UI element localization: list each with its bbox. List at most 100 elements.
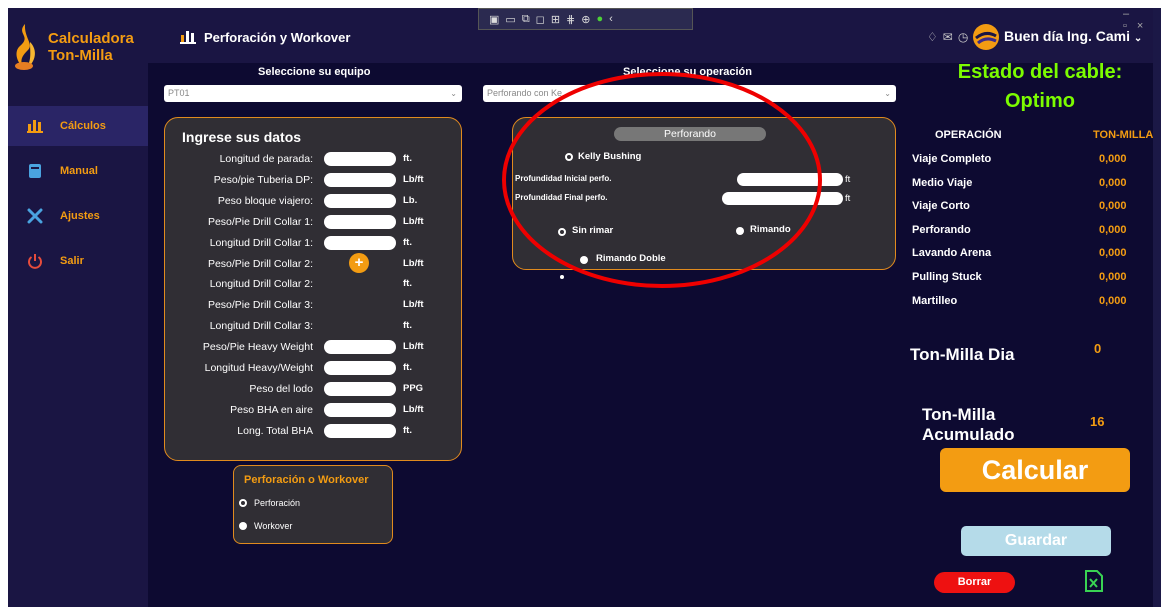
sidebar bbox=[8, 8, 148, 607]
sidebar-item-calculos[interactable]: Cálculos bbox=[8, 106, 148, 146]
input-label: Longitud de parada: bbox=[219, 153, 313, 165]
collapse-icon[interactable]: ‹ bbox=[609, 13, 613, 25]
target-icon[interactable]: ⊕ bbox=[581, 13, 590, 26]
radio-perforacion[interactable] bbox=[239, 499, 247, 507]
input-unit: ft. bbox=[403, 237, 412, 248]
input-field[interactable] bbox=[324, 382, 396, 396]
input-unit: PPG bbox=[403, 383, 424, 394]
sidebar-item-label: Manual bbox=[60, 165, 98, 177]
sidebar-item-label: Salir bbox=[60, 255, 84, 267]
borrar-button[interactable]: Borrar bbox=[934, 572, 1015, 593]
result-value: 0,000 bbox=[1099, 200, 1127, 212]
sidebar-item-label: Cálculos bbox=[60, 120, 106, 132]
result-operation: Pulling Stuck bbox=[912, 271, 982, 283]
snap-icon[interactable]: ⊞ bbox=[551, 13, 560, 26]
accum-label-line1: Ton-Milla bbox=[922, 405, 996, 424]
monitor-icon[interactable]: ⧉ bbox=[522, 13, 530, 26]
add-collar-button[interactable]: + bbox=[349, 253, 369, 273]
equipment-label: Seleccione su equipo bbox=[258, 66, 371, 78]
result-operation: Medio Viaje bbox=[912, 177, 973, 189]
page-title: Perforación y Workover bbox=[204, 30, 351, 45]
chevron-down-icon: ⌄ bbox=[884, 89, 891, 98]
input-label: Peso/Pie Drill Collar 3: bbox=[207, 299, 313, 311]
guardar-button[interactable]: Guardar bbox=[961, 526, 1111, 556]
minimize-icon[interactable]: – bbox=[1123, 8, 1139, 20]
check-icon[interactable]: ● bbox=[596, 13, 603, 25]
equipment-select[interactable]: PT01 ⌄ bbox=[164, 85, 462, 102]
depth-start-unit: ft bbox=[845, 174, 851, 185]
input-field[interactable] bbox=[324, 403, 396, 417]
calcular-button[interactable]: Calcular bbox=[940, 448, 1130, 492]
input-field[interactable] bbox=[324, 236, 396, 250]
daily-value: 0 bbox=[1094, 341, 1102, 356]
result-value: 0,000 bbox=[1099, 271, 1127, 283]
result-value: 0,000 bbox=[1099, 295, 1127, 307]
input-unit: ft. bbox=[403, 425, 412, 436]
bell-icon[interactable]: ♢ bbox=[927, 30, 943, 44]
power-icon bbox=[24, 250, 46, 272]
app-title-line2: Ton-Milla bbox=[48, 47, 113, 64]
book-icon bbox=[24, 160, 46, 182]
grid-icon[interactable]: ⋕ bbox=[566, 13, 575, 26]
clock-icon[interactable]: ◷ bbox=[958, 30, 973, 44]
sidebar-item-manual[interactable]: Manual bbox=[8, 151, 148, 191]
input-unit: ft. bbox=[403, 278, 412, 289]
input-field[interactable] bbox=[324, 194, 396, 208]
tools-icon bbox=[24, 205, 46, 227]
cable-status-value: Optimo bbox=[1005, 90, 1075, 112]
input-label: Longitud Drill Collar 2: bbox=[209, 278, 313, 290]
input-label: Long. Total BHA bbox=[237, 425, 313, 437]
input-unit: Lb/ft bbox=[403, 404, 424, 415]
input-label: Longitud Drill Collar 1: bbox=[209, 237, 313, 249]
app-title-line1: Calculadora bbox=[48, 30, 134, 47]
input-field[interactable] bbox=[324, 340, 396, 354]
floating-toolbar: ▣ ▭ ⧉ ◻ ⊞ ⋕ ⊕ ● ‹ bbox=[478, 8, 693, 30]
chevron-down-icon[interactable]: ⌄ bbox=[1134, 33, 1142, 44]
sidebar-item-salir[interactable]: Salir bbox=[8, 241, 148, 281]
excel-export-icon[interactable] bbox=[1085, 570, 1103, 597]
radio-workover[interactable] bbox=[239, 522, 247, 530]
mode-title: Perforación o Workover bbox=[244, 474, 369, 486]
result-value: 0,000 bbox=[1099, 224, 1127, 236]
input-label: Peso/Pie Drill Collar 1: bbox=[207, 216, 313, 228]
input-label: Longitud Drill Collar 3: bbox=[209, 320, 313, 332]
accum-label: Ton-Milla Acumulado bbox=[922, 405, 1015, 445]
input-unit: ft. bbox=[403, 320, 412, 331]
input-unit: Lb/ft bbox=[403, 174, 424, 185]
input-unit: Lb/ft bbox=[403, 258, 424, 269]
select-icon[interactable]: ▣ bbox=[489, 13, 499, 26]
cable-status-title: Estado del cable: bbox=[957, 61, 1123, 83]
input-unit: ft. bbox=[403, 153, 412, 164]
result-operation: Martilleo bbox=[912, 295, 958, 307]
input-field[interactable] bbox=[324, 215, 396, 229]
mail-icon[interactable]: ✉ bbox=[943, 30, 958, 44]
input-unit: Lb. bbox=[403, 195, 418, 206]
input-label: Peso/pie Tuberia DP: bbox=[213, 174, 313, 186]
input-unit: Lb/ft bbox=[403, 216, 424, 227]
input-field[interactable] bbox=[324, 152, 396, 166]
input-field[interactable] bbox=[324, 173, 396, 187]
result-operation: Perforando bbox=[912, 224, 971, 236]
input-label: Peso/Pie Heavy Weight bbox=[202, 341, 313, 353]
result-value: 0,000 bbox=[1099, 153, 1127, 165]
window-top-frame bbox=[0, 0, 1161, 8]
results-col-operation: OPERACIÓN bbox=[935, 129, 1002, 141]
window-icon[interactable]: ▭ bbox=[505, 13, 515, 26]
result-operation: Viaje Corto bbox=[912, 200, 970, 212]
avatar[interactable] bbox=[973, 24, 999, 50]
result-operation: Lavando Arena bbox=[912, 247, 992, 259]
input-label: Peso BHA en aire bbox=[230, 404, 313, 416]
frame-icon[interactable]: ◻ bbox=[536, 13, 545, 26]
result-value: 0,000 bbox=[1099, 247, 1127, 259]
input-unit: Lb/ft bbox=[403, 341, 424, 352]
greeting: Buen día Ing. Cami ⌄ bbox=[1004, 28, 1142, 44]
greeting-text: Buen día Ing. Cami bbox=[1004, 28, 1131, 44]
radio-perforacion-label: Perforación bbox=[254, 498, 301, 508]
input-field[interactable] bbox=[324, 424, 396, 438]
equipment-select-value: PT01 bbox=[168, 88, 190, 98]
sidebar-item-ajustes[interactable]: Ajustes bbox=[8, 196, 148, 236]
input-field[interactable] bbox=[324, 361, 396, 375]
input-panel-title: Ingrese sus datos bbox=[182, 129, 302, 145]
accum-value: 16 bbox=[1090, 414, 1105, 429]
window-left-frame bbox=[0, 0, 8, 607]
